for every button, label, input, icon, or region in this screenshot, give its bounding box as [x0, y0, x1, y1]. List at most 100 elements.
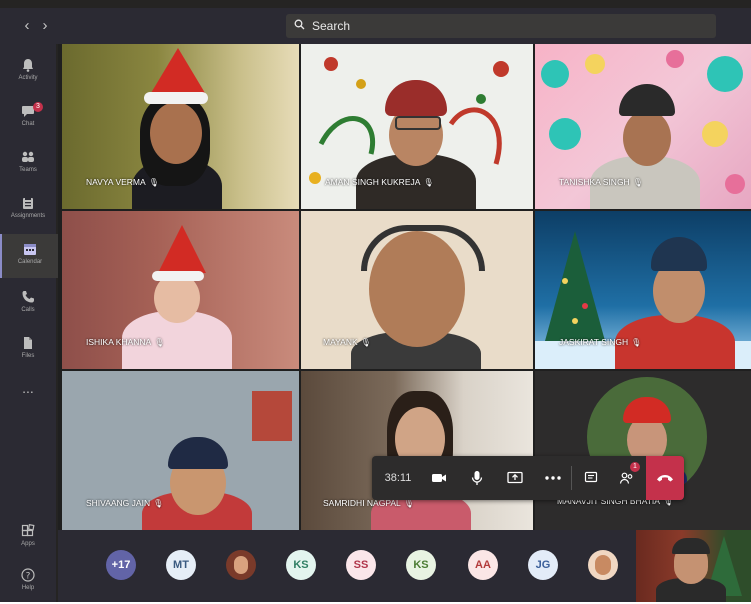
- participant-avatar[interactable]: AA: [468, 550, 498, 580]
- participants-button[interactable]: 1: [610, 456, 644, 500]
- more-options-icon: [545, 476, 561, 480]
- rail-item-activity[interactable]: Activity: [0, 50, 56, 94]
- chat-unread-badge: 3: [33, 102, 43, 112]
- video-tile[interactable]: MAYANK 🎙: [301, 211, 533, 369]
- files-icon: [24, 337, 32, 349]
- video-tile[interactable]: NAVYA VERMA 🎙: [62, 44, 299, 209]
- mic-muted-icon: 🎙: [148, 178, 159, 187]
- more-actions-button[interactable]: [536, 456, 570, 500]
- calendar-icon: [24, 244, 36, 255]
- participant-avatar[interactable]: KS: [406, 550, 436, 580]
- camera-icon: [432, 474, 446, 482]
- rail-item-more[interactable]: ...: [0, 378, 56, 402]
- participant-avatar[interactable]: SS: [346, 550, 376, 580]
- video-tile[interactable]: TANISHKA SINGH 🎙: [535, 44, 751, 209]
- mic-muted-icon: 🎙: [631, 338, 642, 347]
- people-icon: [619, 472, 633, 484]
- participant-avatar-photo[interactable]: [226, 550, 256, 580]
- hand-raised-icon: [309, 172, 321, 184]
- share-screen-icon: [507, 471, 523, 484]
- bell-icon: [23, 59, 33, 72]
- rail-item-apps[interactable]: Apps: [0, 516, 56, 560]
- mic-muted-icon: 🎙: [632, 178, 643, 187]
- help-icon: ?: [21, 568, 35, 582]
- participant-face: [623, 110, 671, 166]
- participant-name: SHIVAANG JAIN 🎙: [86, 498, 164, 508]
- headphones: [361, 225, 485, 271]
- show-conversation-button[interactable]: [574, 456, 608, 500]
- rail-label: Teams: [19, 167, 37, 173]
- mic-muted-icon: 🎙: [154, 338, 165, 347]
- rail-item-help[interactable]: ? Help: [0, 560, 56, 604]
- rail-label: Files: [21, 353, 35, 359]
- video-tile[interactable]: ISHIKA KHANNA 🎙: [62, 211, 299, 369]
- rail-label: Chat: [21, 121, 35, 127]
- hang-up-icon: [657, 475, 673, 482]
- chat-icon: [584, 471, 598, 483]
- video-tile[interactable]: MANAVJIT SINGH BHATIA 🎙: [535, 371, 751, 530]
- participant-name: JASKIRAT SINGH 🎙: [559, 337, 642, 347]
- rail-item-files[interactable]: Files: [0, 328, 56, 372]
- teams-icon: [22, 151, 34, 162]
- mic-muted-icon: 🎙: [403, 499, 414, 508]
- more-icon: ...: [22, 380, 34, 396]
- call-controls-bar: 38:11 1: [372, 456, 684, 500]
- mic-muted-icon: 🎙: [423, 178, 434, 187]
- rail-label: Calls: [21, 307, 35, 313]
- rail-label: Calendar: [17, 259, 43, 265]
- back-arrow-icon[interactable]: ‹: [20, 17, 34, 35]
- forward-arrow-icon[interactable]: ›: [38, 17, 52, 35]
- video-tile[interactable]: SAMRIDHI NAGPAL 🎙: [301, 371, 533, 530]
- rail-item-assignments[interactable]: Assignments: [0, 188, 56, 232]
- participant-name: TANISHKA SINGH 🎙: [559, 177, 643, 187]
- app-rail: Activity 3 Chat Teams Assignments Calend…: [0, 44, 58, 604]
- rail-item-calls[interactable]: Calls: [0, 282, 56, 326]
- search-icon: [294, 14, 305, 38]
- search-input[interactable]: Search: [286, 14, 716, 38]
- rail-item-calendar[interactable]: Calendar: [0, 234, 58, 278]
- leave-call-button[interactable]: [646, 456, 684, 500]
- participant-name: NAVYA VERMA 🎙: [86, 177, 159, 187]
- rail-item-teams[interactable]: Teams: [0, 142, 56, 186]
- santa-hat-brim: [144, 92, 208, 104]
- assignments-icon: [23, 197, 33, 209]
- title-bar: ‹ › Search: [0, 8, 751, 44]
- video-tile[interactable]: AMAN SINGH KUKREJA 🎙: [301, 44, 533, 209]
- participant-name: AMAN SINGH KUKREJA 🎙: [325, 177, 434, 187]
- rail-label: Help: [21, 585, 35, 591]
- self-view-video[interactable]: [636, 530, 751, 602]
- santa-hat-brim: [152, 271, 204, 281]
- divider: [571, 466, 572, 490]
- beanie: [168, 437, 228, 469]
- camera-button[interactable]: [422, 456, 456, 500]
- rail-label: Apps: [21, 541, 35, 547]
- share-screen-button[interactable]: [498, 456, 532, 500]
- rail-label: Activity: [18, 75, 38, 81]
- participant-strip: +17 MT KS SS KS AA JG: [58, 530, 751, 602]
- participant-face: [150, 102, 202, 164]
- participant-avatar[interactable]: KS: [286, 550, 316, 580]
- apps-icon: [21, 524, 35, 537]
- more-participants-button[interactable]: +17: [106, 550, 136, 580]
- microphone-button[interactable]: [460, 456, 494, 500]
- search-placeholder: Search: [312, 19, 351, 33]
- video-tile[interactable]: SHIVAANG JAIN 🎙: [62, 371, 299, 530]
- video-tile[interactable]: JASKIRAT SINGH 🎙: [535, 211, 751, 369]
- glasses: [395, 116, 441, 130]
- phone-icon: [22, 291, 34, 303]
- santa-hat: [158, 225, 206, 273]
- mic-muted-icon: 🎙: [153, 499, 164, 508]
- participant-name: ISHIKA KHANNA 🎙: [86, 337, 165, 347]
- participant-avatar[interactable]: MT: [166, 550, 196, 580]
- santa-hat: [148, 48, 208, 98]
- rail-label: Assignments: [10, 213, 46, 219]
- participant-avatar[interactable]: JG: [528, 550, 558, 580]
- participant-avatar-photo[interactable]: [588, 550, 618, 580]
- microphone-icon: [471, 471, 483, 485]
- rail-item-chat[interactable]: 3 Chat: [0, 96, 56, 140]
- participants-badge: 1: [630, 462, 640, 472]
- participant-name: MAYANK 🎙: [323, 337, 371, 347]
- call-timer: 38:11: [384, 472, 412, 484]
- mic-muted-icon: 🎙: [360, 338, 371, 347]
- svg-text:?: ?: [26, 572, 31, 582]
